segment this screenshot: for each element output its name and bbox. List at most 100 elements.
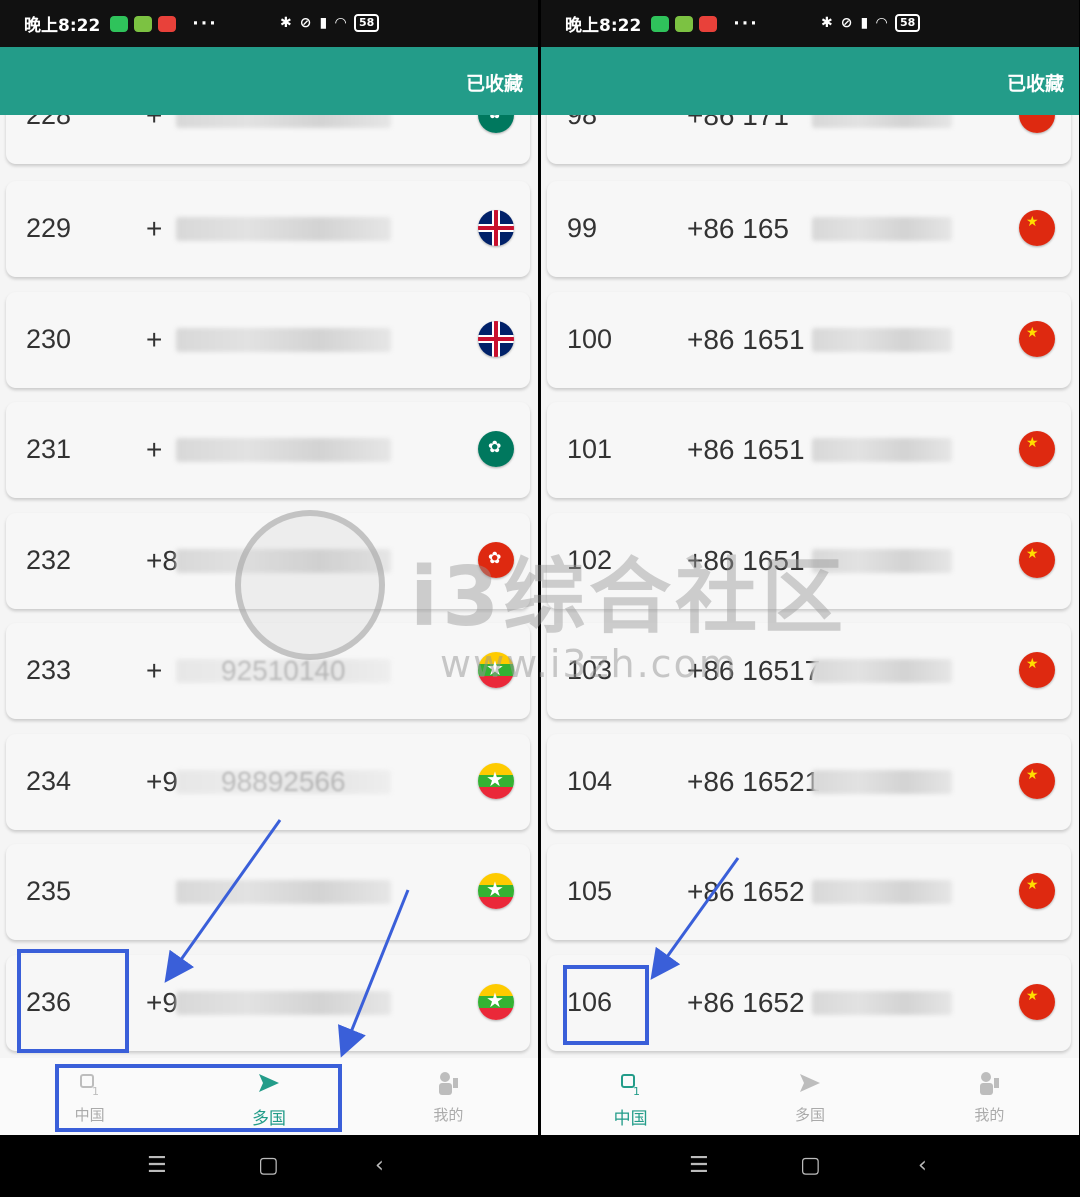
- signal-icon: ▮: [319, 15, 328, 31]
- back-icon[interactable]: ‹: [918, 1153, 927, 1178]
- phone-number: +86 1651: [687, 434, 805, 465]
- phone-number: +86 1651: [687, 324, 805, 355]
- mute-icon: ⊘: [299, 15, 312, 31]
- redaction-mosaic: [812, 217, 952, 241]
- phone-number: +: [146, 655, 163, 686]
- redaction-mosaic: [176, 438, 391, 462]
- number-row[interactable]: 234+998892566★: [6, 734, 530, 830]
- person-icon: [976, 1070, 1002, 1096]
- nav-tab-label: 多国: [794, 1106, 825, 1124]
- phone-number: +9: [146, 987, 178, 1018]
- favorites-button[interactable]: 已收藏: [1007, 69, 1064, 96]
- status-time: 晚上8:22: [565, 16, 642, 36]
- number-row[interactable]: 98 +86 171 ★: [547, 115, 1071, 164]
- row-index: 231: [26, 434, 72, 464]
- download-icon: [134, 15, 153, 32]
- nav-tab-2[interactable]: 我的: [900, 1058, 1079, 1135]
- status-bar: 晚上8:22 ··· ✱ ⊘ ▮ ◠ 58: [0, 0, 538, 47]
- highlight-box-index: [17, 949, 129, 1053]
- number-row[interactable]: 105 +86 1652 ★: [547, 844, 1071, 940]
- flag-myanmar-icon: ★: [478, 763, 514, 799]
- status-bar: 晚上8:22 ··· ✱ ⊘ ▮ ◠ 58: [541, 0, 1079, 47]
- flag-macau-icon: ✿: [478, 431, 514, 467]
- row-index: 230: [26, 324, 72, 354]
- menu-icon[interactable]: ☰: [147, 1153, 167, 1178]
- row-index: 100: [567, 324, 613, 354]
- number-row[interactable]: 230 +: [6, 292, 530, 388]
- app-bar: 已收藏: [0, 47, 538, 115]
- flag-uk-icon: [478, 321, 514, 357]
- flag-china-icon: ★: [1019, 652, 1055, 688]
- flag-china-icon: ★: [1019, 763, 1055, 799]
- phone-number: +8: [146, 545, 178, 576]
- number-row[interactable]: 228 + ✿: [6, 115, 530, 164]
- redaction-mosaic: [812, 880, 952, 904]
- row-index: 102: [567, 545, 613, 575]
- flag-myanmar-icon: ★: [478, 652, 514, 688]
- phone-number: +86 1652: [687, 987, 805, 1018]
- number-list[interactable]: 98 +86 171 ★ 99 +86 165 ★ 100 +86 1651 ★ 101 +86 1…: [541, 115, 1079, 1058]
- nav-tab-label: 我的: [433, 1106, 464, 1124]
- row-index: 228: [26, 115, 72, 130]
- redaction-mosaic: [812, 659, 952, 683]
- flag-china-icon: ★: [1019, 873, 1055, 909]
- flag-china-icon: ★: [1019, 984, 1055, 1020]
- nav-tab-1[interactable]: 多国: [720, 1058, 899, 1135]
- number-row[interactable]: 100 +86 1651 ★: [547, 292, 1071, 388]
- back-icon[interactable]: ‹: [375, 1153, 384, 1178]
- redaction-mosaic: [176, 115, 391, 128]
- favorites-button[interactable]: 已收藏: [466, 69, 523, 96]
- home-icon[interactable]: ▢: [258, 1153, 279, 1178]
- number-row[interactable]: 233+92510140★: [6, 623, 530, 719]
- signal-icon: ▮: [860, 15, 869, 31]
- nav-tab-0[interactable]: 1 中国: [541, 1058, 720, 1135]
- wechat-icon: [651, 15, 670, 32]
- number-row[interactable]: 102 +86 1651 ★: [547, 513, 1071, 609]
- redaction-mosaic: [176, 549, 391, 573]
- number-row[interactable]: 232 +8 ✿: [6, 513, 530, 609]
- number-row[interactable]: 101 +86 1651 ★: [547, 402, 1071, 498]
- bluetooth-icon: ✱: [821, 15, 833, 31]
- number-row[interactable]: 99 +86 165 ★: [547, 181, 1071, 277]
- phone-number: +86 1651: [687, 545, 805, 576]
- phone-number: +86 1652: [687, 876, 805, 907]
- phone-number: +: [146, 213, 163, 244]
- phone-number: +86 165: [687, 213, 789, 244]
- flag-myanmar-icon: ★: [478, 984, 514, 1020]
- phone-number: +86 171: [687, 115, 789, 131]
- nav-tab-2[interactable]: 我的: [359, 1058, 538, 1135]
- battery-icon: 58: [894, 14, 921, 32]
- bluetooth-icon: ✱: [280, 15, 292, 31]
- menu-icon[interactable]: ☰: [689, 1153, 709, 1178]
- redaction-mosaic: [176, 328, 391, 352]
- row-index: 103: [567, 655, 613, 685]
- flag-china-icon: ★: [1019, 210, 1055, 246]
- redaction-mosaic: [812, 549, 952, 573]
- flag-china-icon: ★: [1019, 431, 1055, 467]
- redaction-mosaic: [812, 115, 952, 128]
- download-icon: [675, 15, 694, 32]
- flag-china-icon: ★: [1019, 115, 1055, 133]
- row-index: 234: [26, 766, 72, 796]
- china-tab-icon: 1: [618, 1070, 644, 1098]
- phone-number: +9: [146, 766, 178, 797]
- row-index: 232: [26, 545, 72, 575]
- number-row[interactable]: 229 +: [6, 181, 530, 277]
- number-row[interactable]: 235 ★: [6, 844, 530, 940]
- paper-plane-icon: [797, 1070, 823, 1096]
- number-row[interactable]: 104 +86 16521 ★: [547, 734, 1071, 830]
- redaction-mosaic: [176, 659, 391, 683]
- number-list[interactable]: 228+✿229+230+231+✿232+8✿233+92510140★234…: [0, 115, 538, 1058]
- flag-china-icon: ★: [1019, 542, 1055, 578]
- phone-number: +86 16521: [687, 766, 821, 797]
- more-notifications-icon: ···: [192, 13, 218, 34]
- number-row[interactable]: 103 +86 16517 ★: [547, 623, 1071, 719]
- flag-uk-icon: [478, 210, 514, 246]
- redaction-mosaic: [176, 217, 391, 241]
- row-index: 105: [567, 876, 613, 906]
- number-row[interactable]: 231 + ✿: [6, 402, 530, 498]
- redaction-mosaic: [176, 991, 391, 1015]
- mute-icon: ⊘: [840, 15, 853, 31]
- row-index: 98: [567, 115, 598, 130]
- home-icon[interactable]: ▢: [800, 1153, 821, 1178]
